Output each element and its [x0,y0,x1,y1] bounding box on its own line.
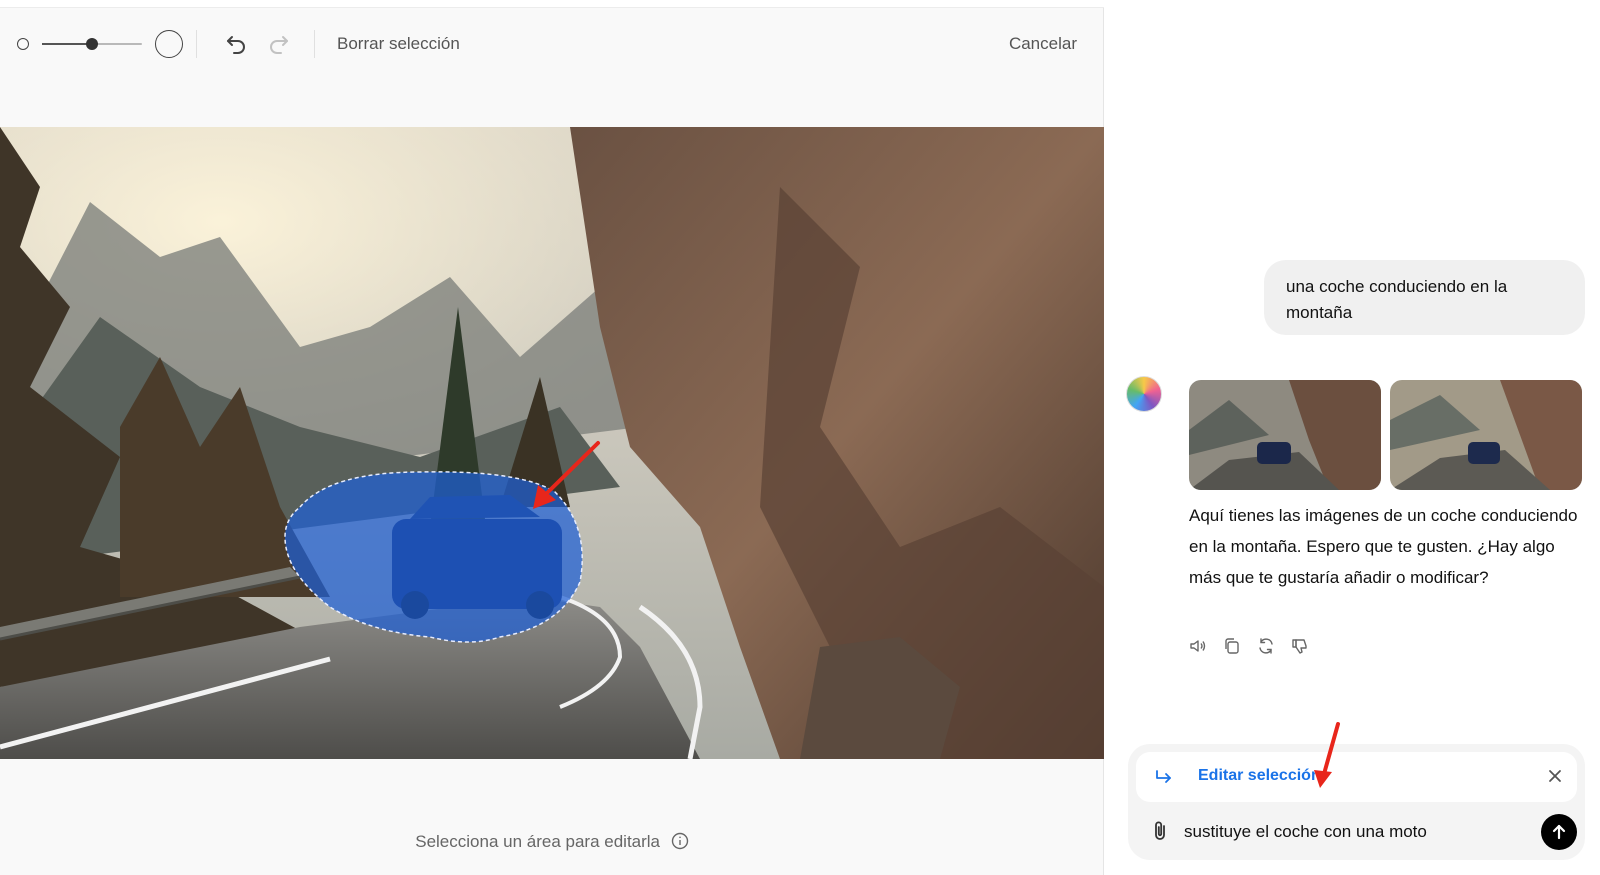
chat-pane: una coche conduciendo en la montaña Aquí… [1104,0,1600,875]
slider-fill [42,43,92,45]
speaker-icon[interactable] [1189,637,1207,655]
regenerate-icon[interactable] [1257,637,1275,655]
editor-toolbar: Borrar selección Cancelar [0,24,1104,64]
edit-selection-label: Editar selección [1198,767,1321,784]
message-input[interactable]: sustituye el coche con una moto [1184,822,1427,842]
image-editor-pane: Borrar selección Cancelar Selecciona un … [0,0,1104,875]
brush-size-slider[interactable] [42,38,142,50]
arrow-up-icon [1552,824,1566,840]
toolbar-divider [314,30,315,58]
mountain-road-image [0,127,1104,759]
clear-selection-button[interactable]: Borrar selección [337,34,460,54]
assistant-avatar [1126,376,1162,412]
copy-icon[interactable] [1223,637,1241,655]
generated-image-thumbnail[interactable] [1390,380,1582,490]
send-button[interactable] [1541,814,1577,850]
message-actions [1189,637,1309,655]
edit-selection-chip: Editar selección [1136,752,1577,802]
brush-large-icon[interactable] [155,30,183,58]
hint-text: Selecciona un área para editarla [415,832,661,851]
generated-image-thumbnail[interactable] [1189,380,1381,490]
undo-icon[interactable] [222,30,250,58]
paperclip-icon[interactable] [1150,819,1170,848]
editable-image[interactable] [0,127,1104,759]
top-edge [0,0,1104,8]
slider-thumb[interactable] [86,38,98,50]
cancel-button[interactable]: Cancelar [1009,34,1077,54]
user-message: una coche conduciendo en la montaña [1264,260,1585,335]
message-composer: Editar selección sustituye el coche con … [1128,744,1585,860]
selection-hint: Selecciona un área para editarla [0,832,1104,855]
assistant-message: Aquí tienes las imágenes de un coche con… [1189,506,1578,587]
brush-small-icon[interactable] [17,38,29,50]
close-icon[interactable] [1547,768,1563,789]
toolbar-divider [196,30,197,58]
generated-images [1189,380,1582,490]
reply-arrow-icon [1154,768,1174,791]
redo-icon[interactable] [265,30,293,58]
info-icon[interactable] [671,832,689,855]
thumbs-down-icon[interactable] [1291,637,1309,655]
